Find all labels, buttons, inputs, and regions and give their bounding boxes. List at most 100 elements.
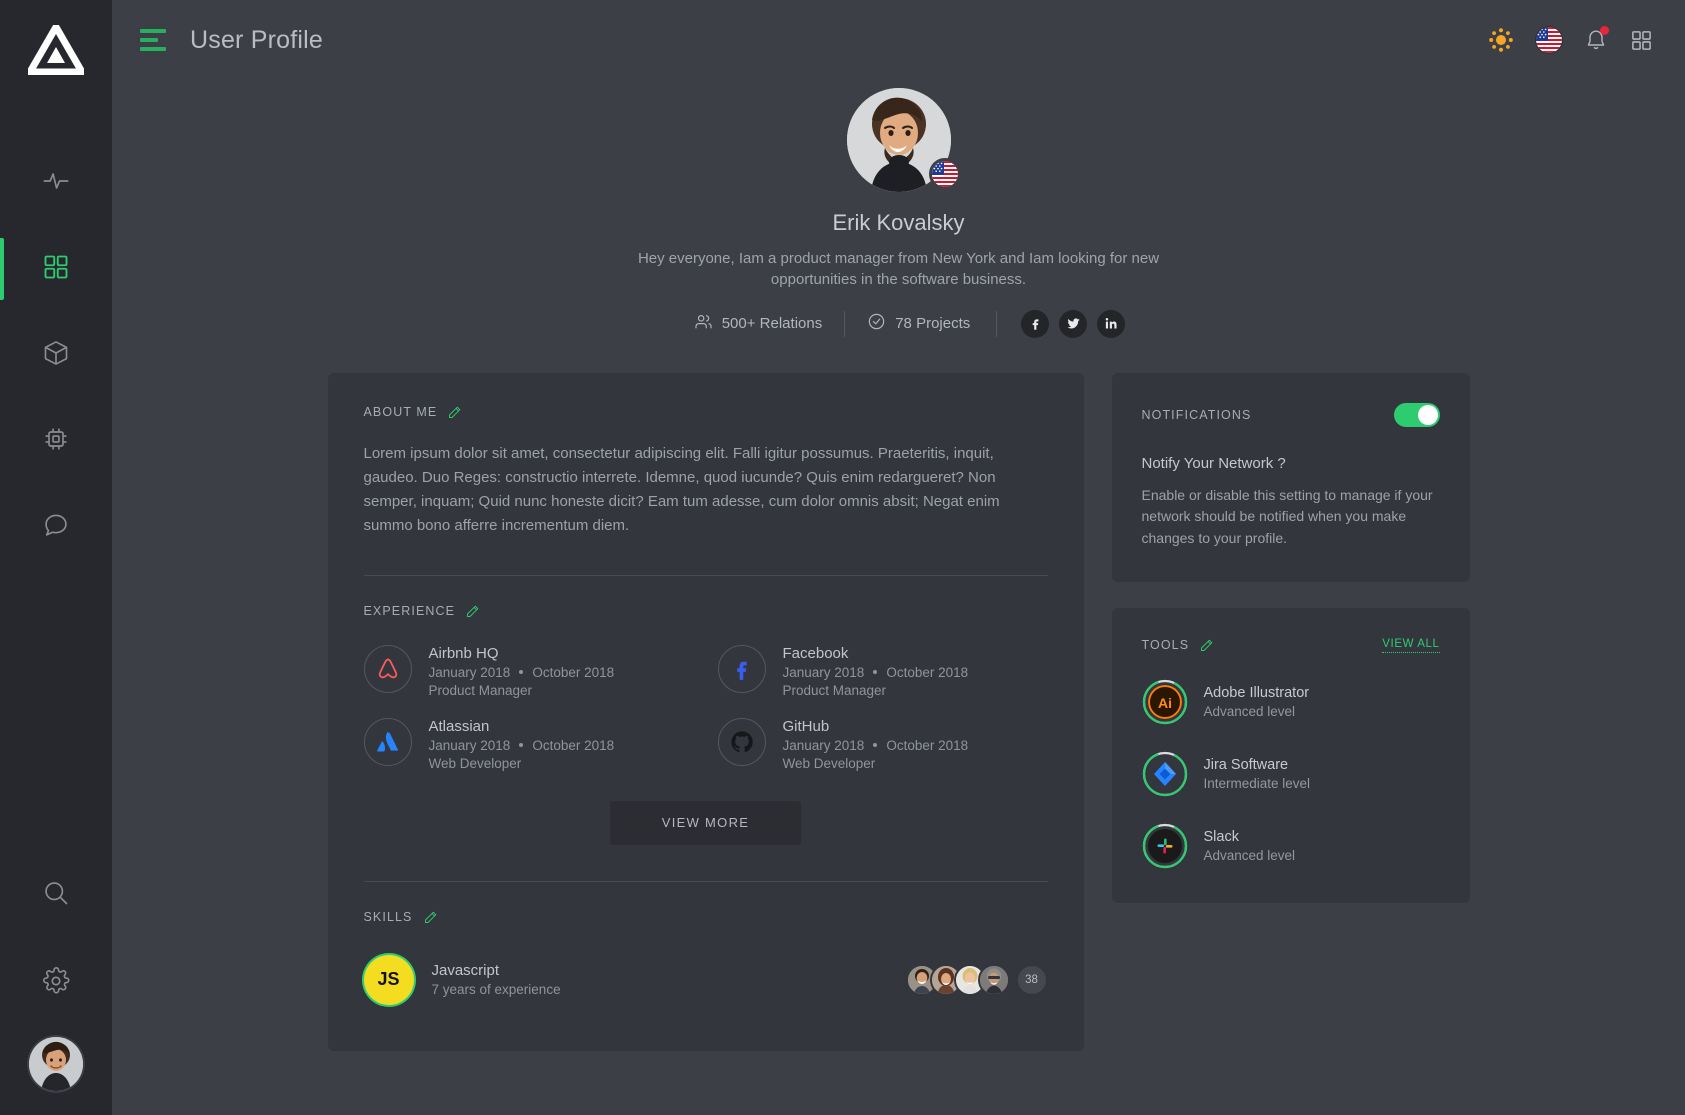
content-columns: ABOUT ME Lorem ipsum dolor sit amet, con… [112,337,1685,1051]
date-separator-dot [519,670,524,675]
facebook-icon[interactable] [1021,309,1050,338]
experience-title: EXPERIENCE [363,604,456,619]
pencil-icon[interactable] [423,910,438,925]
tool-level: Advanced level [1203,847,1296,863]
tool-item[interactable]: Ai Adobe Illustrator Advanced level [1142,679,1440,725]
triangle-logo[interactable] [28,22,84,78]
stat-projects[interactable]: 78 Projects [844,310,992,337]
experience-end: October 2018 [886,664,969,680]
sidebar-bottom [0,851,112,1115]
tool-level: Advanced level [1203,703,1296,719]
profile-avatar-wrap [846,88,961,192]
experience-end: October 2018 [886,737,969,753]
view-more-wrap: VIEW MORE [364,800,1048,845]
tool-name: Jira Software [1203,756,1289,773]
tools-title: TOOLS [1141,638,1190,653]
tool-level: Intermediate level [1203,775,1311,791]
about-header: ABOUT ME [364,405,1048,420]
about-title: ABOUT ME [363,405,438,420]
toggle-knob [1417,404,1438,425]
skill-item[interactable]: JS Javascript 7 years of experience 38 [363,954,1048,1005]
topbar-actions [1488,26,1653,53]
hamburger-icon[interactable] [140,29,166,51]
tool-item[interactable]: Slack Advanced level [1142,823,1440,869]
experience-end: October 2018 [532,664,615,680]
experience-item[interactable]: Atlassian January 2018 October 2018 Web … [363,717,694,771]
sidebar-item-messages[interactable] [0,484,112,570]
experience-item[interactable]: Facebook January 2018 October 2018 Produ… [717,644,1048,698]
skills-header: SKILLS [364,910,1048,925]
experience-role: Product Manager [782,682,887,698]
pulse-icon [42,167,70,200]
linkedin-icon[interactable] [1097,309,1126,338]
pencil-icon[interactable] [1199,638,1214,653]
experience-dates: January 2018 October 2018 [429,665,615,680]
sidebar-item-packages[interactable] [0,312,112,398]
skills-title: SKILLS [363,910,413,925]
pencil-icon[interactable] [447,405,462,420]
notifications-toggle[interactable] [1393,402,1440,427]
page-title: User Profile [190,25,323,54]
skill-endorsers: 38 [905,963,1048,996]
sidebar-item-search[interactable] [0,851,112,939]
stat-relations-label: 500+ Relations [721,315,823,333]
profile-stats: 500+ Relations 78 Projects [112,309,1685,338]
profile-name: Erik Kovalsky [832,210,965,235]
tools-header: TOOLS VIEW ALL [1142,638,1440,653]
skill-experience: 7 years of experience [431,982,561,998]
experience-start: January 2018 [782,737,865,753]
notifications-card: NOTIFICATIONS Notify Your Network ? Enab… [1111,372,1470,582]
endorsers-count[interactable]: 38 [1015,963,1048,996]
view-all-link[interactable]: VIEW ALL [1382,638,1440,653]
social-links [996,309,1126,338]
gear-icon [42,966,70,1000]
airbnb-logo-icon [363,644,412,693]
us-flag-icon [928,158,961,190]
tool-name: Adobe Illustrator [1203,684,1310,701]
grid-apps-icon[interactable] [1630,29,1653,52]
sidebar-nav [0,140,112,570]
stat-projects-label: 78 Projects [895,315,971,333]
sidebar-item-hardware[interactable] [0,398,112,484]
experience-item[interactable]: Airbnb HQ January 2018 October 2018 Prod… [363,644,694,698]
check-circle-icon [867,312,886,335]
divider [363,880,1048,882]
tool-progress-ring [1142,751,1188,797]
sidebar-user-avatar[interactable] [29,1037,83,1091]
pencil-icon[interactable] [465,604,480,619]
experience-item[interactable]: GitHub January 2018 October 2018 Web Dev… [717,717,1048,771]
us-flag-icon[interactable] [1536,27,1562,53]
left-sidebar [0,0,112,1115]
sun-icon[interactable] [1488,27,1514,53]
notification-dot [1600,26,1609,35]
profile-bio: Hey everyone, Iam a product manager from… [637,250,1160,289]
experience-role: Product Manager [428,682,533,698]
profile-header: Erik Kovalsky Hey everyone, Iam a produc… [112,80,1685,338]
main-area: User Profile Erik Kovalsky Hey everyone,… [112,0,1685,1115]
experience-start: January 2018 [782,664,865,680]
javascript-icon: JS [363,954,414,1005]
experience-company: Atlassian [428,717,490,735]
tool-name: Slack [1203,828,1239,845]
experience-role: Web Developer [428,755,522,771]
stat-relations[interactable]: 500+ Relations [672,311,845,337]
view-more-button[interactable]: VIEW MORE [609,800,802,845]
left-column: ABOUT ME Lorem ipsum dolor sit amet, con… [327,372,1084,1051]
sidebar-item-activity[interactable] [0,140,112,226]
divider [363,574,1048,576]
experience-start: January 2018 [428,664,511,680]
right-column: NOTIFICATIONS Notify Your Network ? Enab… [1111,372,1470,903]
tools-card: TOOLS VIEW ALL Ai Adobe Illustrator Adva… [1111,607,1470,903]
tool-item[interactable]: Jira Software Intermediate level [1142,751,1440,797]
bell-icon[interactable] [1584,26,1609,52]
sidebar-item-dashboard[interactable] [0,226,112,312]
experience-company: Facebook [782,644,849,662]
experience-list: Airbnb HQ January 2018 October 2018 Prod… [363,644,1048,771]
chip-icon [42,425,70,458]
avatar[interactable] [977,963,1010,996]
atlassian-logo-icon [363,717,412,766]
topbar: User Profile [112,0,1685,80]
github-logo-icon [717,717,766,766]
twitter-icon[interactable] [1059,309,1088,338]
sidebar-item-settings[interactable] [0,939,112,1027]
